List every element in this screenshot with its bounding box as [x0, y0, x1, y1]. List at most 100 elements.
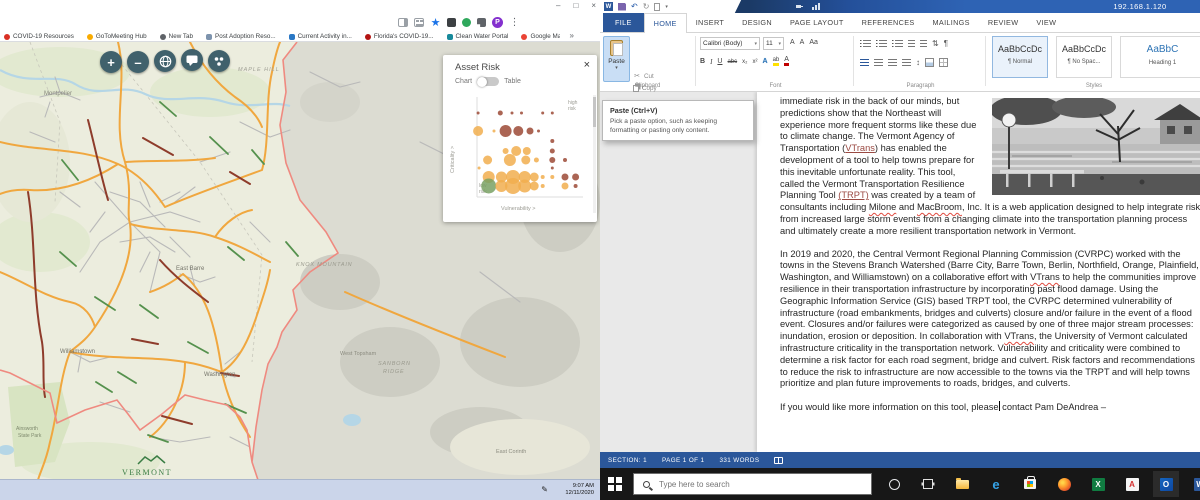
- hl-format-icon[interactable]: ab: [773, 57, 780, 66]
- chart-toggle-label[interactable]: Chart: [455, 78, 472, 85]
- cut-button[interactable]: ✂Cut: [633, 72, 654, 80]
- outlook-icon[interactable]: O: [1159, 477, 1173, 491]
- tab-page-layout[interactable]: PAGE LAYOUT: [781, 13, 853, 32]
- pilcrow-icon[interactable]: ¶: [944, 39, 948, 48]
- b-format-icon[interactable]: B: [700, 58, 705, 65]
- excel-icon[interactable]: X: [1091, 477, 1105, 491]
- new-doc-icon[interactable]: [654, 3, 660, 11]
- risk-bubble[interactable]: [563, 158, 567, 162]
- u-format-icon[interactable]: U: [717, 58, 722, 65]
- edge-icon[interactable]: e: [989, 477, 1003, 491]
- tab-references[interactable]: REFERENCES: [853, 13, 924, 32]
- risk-bubble[interactable]: [530, 173, 539, 182]
- risk-bubble[interactable]: [500, 125, 512, 137]
- sort-icon[interactable]: ⇅: [932, 39, 939, 48]
- hyperlink[interactable]: VTrans: [845, 143, 875, 153]
- zoom-in-button[interactable]: +: [100, 51, 122, 73]
- align-center-icon[interactable]: [874, 59, 883, 67]
- tab-file[interactable]: FILE: [603, 13, 644, 32]
- risk-bubble[interactable]: [481, 179, 496, 194]
- panel-close-icon[interactable]: ×: [584, 59, 590, 71]
- strike-format-icon[interactable]: abc: [727, 59, 737, 65]
- tab-mailings[interactable]: MAILINGS: [924, 13, 979, 32]
- risk-bubble[interactable]: [504, 154, 516, 166]
- risk-bubble[interactable]: [527, 128, 534, 135]
- line-spacing-icon[interactable]: ↕: [916, 58, 920, 67]
- align-justify-icon[interactable]: [902, 59, 911, 67]
- view-toggle-switch[interactable]: [477, 77, 499, 86]
- file-explorer-icon[interactable]: [955, 477, 969, 491]
- risk-bubble[interactable]: [562, 174, 569, 181]
- bookmark-item[interactable]: Post Adoption Reso...: [206, 33, 276, 40]
- asset-risk-plot[interactable]: Criticality > Vulnerability > high risk …: [443, 93, 597, 219]
- bookmark-item[interactable]: Clean Water Portal: [447, 33, 509, 40]
- start-button[interactable]: [608, 477, 622, 491]
- bookmarks-overflow-icon[interactable]: »: [570, 31, 574, 40]
- paste-dropdown-icon[interactable]: ▾: [615, 65, 618, 71]
- bookmark-star-icon[interactable]: ★: [430, 17, 441, 28]
- tab-design[interactable]: DESIGN: [733, 13, 781, 32]
- table-toggle-label[interactable]: Table: [504, 78, 521, 85]
- zoom-out-button[interactable]: –: [127, 51, 149, 73]
- change-case-icon[interactable]: Aa: [809, 39, 818, 46]
- risk-bubble[interactable]: [477, 112, 480, 115]
- close-icon[interactable]: ×: [591, 0, 596, 13]
- fc-format-icon[interactable]: A: [784, 57, 789, 66]
- extension-icon[interactable]: [447, 18, 456, 27]
- risk-bubble[interactable]: [511, 146, 521, 156]
- flood-photo[interactable]: [992, 98, 1200, 195]
- profile-avatar[interactable]: P: [492, 17, 503, 28]
- risk-bubble[interactable]: [518, 180, 531, 193]
- cortana-icon[interactable]: [887, 477, 901, 491]
- shading-icon[interactable]: [925, 58, 934, 67]
- proofing-icon[interactable]: [774, 457, 783, 464]
- status-page[interactable]: PAGE 1 OF 1: [662, 457, 704, 464]
- font-size-select[interactable]: 11▾: [763, 37, 784, 50]
- panel-scrollbar[interactable]: [593, 95, 596, 213]
- store-icon[interactable]: [1023, 477, 1037, 491]
- comment-button[interactable]: [181, 49, 203, 71]
- risk-bubble[interactable]: [541, 175, 545, 179]
- bookmark-item[interactable]: New Tab: [160, 33, 193, 40]
- cluster-button[interactable]: [208, 50, 230, 72]
- eff-format-icon[interactable]: A: [763, 58, 768, 65]
- undo-icon[interactable]: ↶: [631, 2, 638, 11]
- bookmark-item[interactable]: GoToMeeting Hub: [87, 33, 147, 40]
- firefox-icon[interactable]: [1057, 477, 1071, 491]
- align-right-icon[interactable]: [888, 59, 897, 67]
- save-icon[interactable]: [618, 3, 626, 11]
- small-format-icon[interactable]: x₂: [742, 59, 747, 65]
- borders-icon[interactable]: [939, 58, 948, 67]
- risk-bubble[interactable]: [511, 112, 514, 115]
- bookmark-item[interactable]: Current Activity in...: [289, 33, 352, 40]
- bookmark-item[interactable]: Florida's COVID-19...: [365, 33, 434, 40]
- tab-home[interactable]: HOME: [644, 13, 687, 33]
- basemap-globe-button[interactable]: [154, 50, 176, 72]
- pen-input-icon[interactable]: ✎: [541, 485, 548, 494]
- bookmark-item[interactable]: COVID-19 Resources: [4, 33, 74, 40]
- risk-bubble[interactable]: [551, 167, 554, 170]
- status-words[interactable]: 331 WORDS: [719, 457, 759, 464]
- shrink-font-icon[interactable]: A: [800, 39, 805, 46]
- risk-bubble[interactable]: [550, 139, 554, 143]
- risk-bubble[interactable]: [572, 174, 579, 181]
- increase-indent-icon[interactable]: [920, 40, 927, 48]
- qat-customize-icon[interactable]: ▾: [665, 4, 668, 10]
- risk-bubble[interactable]: [541, 112, 544, 115]
- risk-bubble[interactable]: [520, 112, 523, 115]
- risk-bubble[interactable]: [549, 157, 555, 163]
- tab-insert[interactable]: INSERT: [687, 13, 733, 32]
- risk-bubble[interactable]: [521, 156, 530, 165]
- document-page[interactable]: immediate risk in the back of our minds,…: [757, 92, 1200, 452]
- acrobat-icon[interactable]: A: [1125, 477, 1139, 491]
- risk-bubble[interactable]: [550, 149, 555, 154]
- hyperlink[interactable]: (TRPT): [838, 190, 868, 200]
- style--no-spac-[interactable]: AaBbCcDc¶ No Spac...: [1056, 36, 1112, 78]
- extensions-puzzle-icon[interactable]: [477, 18, 486, 27]
- risk-bubble[interactable]: [498, 111, 503, 116]
- numbering-icon[interactable]: [876, 40, 887, 48]
- bookmark-item[interactable]: Google Maps: [521, 33, 560, 40]
- style-heading-1[interactable]: AaBbCHeading 1: [1120, 36, 1200, 78]
- tab-view[interactable]: VIEW: [1027, 13, 1065, 32]
- risk-bubble[interactable]: [503, 148, 509, 154]
